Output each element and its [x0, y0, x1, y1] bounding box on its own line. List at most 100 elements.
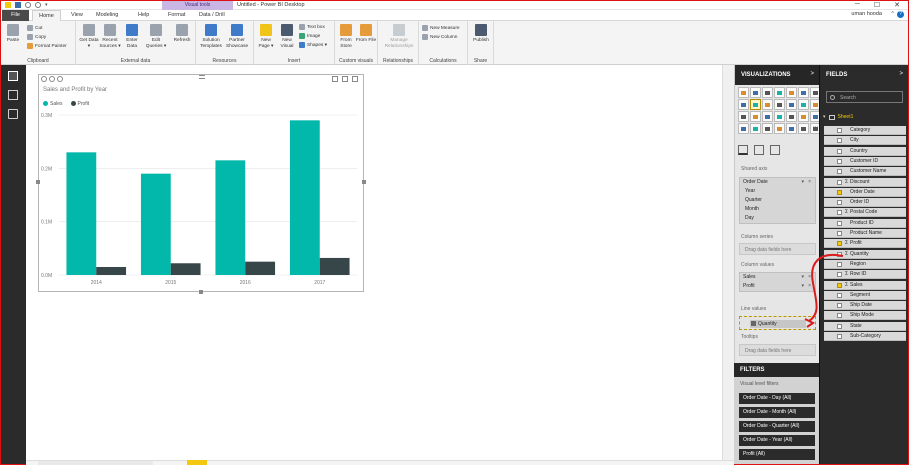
visual-type-icon[interactable] [786, 123, 797, 134]
maximize-button[interactable]: ☐ [874, 1, 880, 9]
user-name[interactable]: uman hooda [851, 11, 882, 17]
drill-up-icon[interactable] [41, 76, 47, 82]
close-button[interactable]: ✕ [894, 1, 900, 9]
expand-table-icon[interactable]: ▾ [823, 114, 826, 120]
field-checkbox[interactable] [837, 261, 842, 267]
field-checkbox[interactable] [837, 282, 842, 288]
tab-help[interactable]: Help [134, 10, 153, 21]
filter-card[interactable]: Order Date - Month (All) [739, 407, 815, 418]
visual-type-icon[interactable] [738, 87, 749, 98]
visual-type-icon[interactable] [798, 87, 809, 98]
filter-card[interactable]: Order Date - Quarter (All) [739, 421, 815, 432]
legend-item-profit[interactable]: Profit [70, 101, 89, 107]
table-sheet1[interactable]: ▾ Sheet1 [823, 114, 853, 120]
field-checkbox[interactable] [837, 323, 842, 329]
bar-profit-2016[interactable] [245, 261, 276, 275]
field-checkbox[interactable] [837, 251, 842, 257]
copy-button[interactable]: Copy [27, 34, 46, 40]
filter-card[interactable]: Order Date - Year (All) [739, 435, 815, 446]
visual-type-icon[interactable] [774, 87, 785, 98]
field-item[interactable]: Σ Row ID [824, 270, 906, 280]
tab-view[interactable]: View [67, 10, 87, 21]
field-checkbox[interactable] [837, 148, 842, 154]
visual-type-icon[interactable] [786, 87, 797, 98]
visual-type-icon[interactable] [762, 99, 773, 110]
field-item[interactable]: Σ Postal Code [824, 208, 906, 218]
report-view-icon[interactable] [8, 71, 18, 81]
enter-data-button[interactable]: Enter Data [121, 24, 143, 49]
visual-type-icon[interactable] [762, 111, 773, 122]
shared-axis-well[interactable]: Order Date ▾ × Year Quarter Month Day [739, 177, 816, 224]
visual-type-icon[interactable] [738, 99, 749, 110]
field-checkbox[interactable] [837, 334, 842, 339]
more-options-icon[interactable] [352, 76, 358, 82]
image-button[interactable]: Image [299, 33, 320, 39]
new-measure-button[interactable]: New Measure [422, 25, 460, 31]
resize-handle-bottom[interactable] [199, 290, 203, 294]
tab-file[interactable]: File [2, 10, 29, 21]
field-checkbox[interactable] [837, 169, 842, 175]
well-field-item[interactable]: Order Date ▾ × [740, 178, 815, 187]
drill-down-icon[interactable] [49, 76, 55, 82]
field-item[interactable]: Product ID [824, 218, 906, 228]
field-item[interactable]: Country [824, 146, 906, 156]
field-item[interactable]: Σ Discount [824, 177, 906, 187]
field-checkbox[interactable] [837, 220, 842, 226]
field-item[interactable]: Customer Name [824, 167, 906, 177]
field-checkbox[interactable] [837, 272, 842, 278]
analytics-magnifier-icon[interactable] [770, 145, 780, 155]
field-checkbox[interactable] [837, 200, 842, 206]
fields-well-tab-icon[interactable] [738, 145, 748, 155]
field-checkbox[interactable] [837, 231, 842, 236]
refresh-button[interactable]: Refresh [171, 24, 193, 44]
column-values-well[interactable]: Sales ▾ × Profit ▾ × [739, 272, 816, 292]
canvas-horizontal-scrollbar[interactable] [38, 461, 153, 465]
well-field-item[interactable]: Profit ▾ × [740, 282, 815, 291]
clustered-column-visual[interactable]: Sales and Profit by Year Sales Profit 0.… [36, 74, 366, 294]
field-checkbox[interactable] [837, 128, 842, 133]
visual-type-icon[interactable] [738, 111, 749, 122]
canvas-vertical-scrollbar[interactable] [722, 65, 734, 460]
data-view-icon[interactable] [8, 90, 18, 100]
visual-type-icon[interactable] [774, 123, 785, 134]
tab-data-drill[interactable]: Data / Drill [195, 10, 229, 21]
field-options-icon[interactable]: ▾ [801, 178, 804, 187]
resize-handle-right[interactable] [362, 180, 366, 184]
field-item[interactable]: Ship Date [824, 301, 906, 311]
expand-hierarchy-icon[interactable] [57, 76, 63, 82]
qat-dropdown-icon[interactable]: ▾ [45, 2, 48, 8]
solution-templates-button[interactable]: Solution Templates [200, 24, 222, 49]
bar-sales-2017[interactable] [289, 120, 320, 275]
well-field-item[interactable]: Quarter [740, 196, 815, 205]
focus-mode-icon[interactable] [342, 76, 348, 82]
field-item[interactable]: Sub-Category [824, 332, 906, 341]
collapse-visualizations-icon[interactable]: > [810, 71, 814, 77]
visual-type-icon[interactable] [750, 87, 761, 98]
new-column-button[interactable]: New Column [422, 34, 457, 40]
visual-type-icon[interactable] [762, 123, 773, 134]
shapes-button[interactable]: Shapes ▾ [299, 42, 327, 48]
redo-icon[interactable] [35, 2, 41, 8]
field-checkbox[interactable] [837, 158, 842, 164]
add-page-tab[interactable] [187, 460, 207, 465]
bar-profit-2015[interactable] [170, 263, 201, 275]
field-checkbox[interactable] [837, 189, 842, 195]
cut-button[interactable]: Cut [27, 25, 42, 31]
remove-field-icon[interactable]: × [808, 273, 811, 282]
field-item[interactable]: Category [824, 126, 906, 135]
field-item[interactable]: Order ID [824, 198, 906, 208]
collapse-ribbon-icon[interactable]: ^ [891, 11, 894, 17]
visual-type-icon[interactable] [786, 111, 797, 122]
legend-item-sales[interactable]: Sales [43, 101, 63, 107]
well-field-item[interactable]: Year [740, 187, 815, 196]
visual-type-icon[interactable] [786, 99, 797, 110]
format-paint-roller-icon[interactable] [754, 145, 764, 155]
visual-type-icon[interactable] [738, 123, 749, 134]
visual-type-icon[interactable] [750, 123, 761, 134]
visual-type-icon[interactable] [750, 111, 761, 122]
filter-card[interactable]: Profit (All) [739, 449, 815, 460]
drill-mode-icon[interactable] [332, 76, 338, 82]
visual-type-icon[interactable] [774, 111, 785, 122]
well-field-item[interactable]: Sales ▾ × [740, 273, 815, 282]
field-item[interactable]: Region [824, 259, 906, 269]
